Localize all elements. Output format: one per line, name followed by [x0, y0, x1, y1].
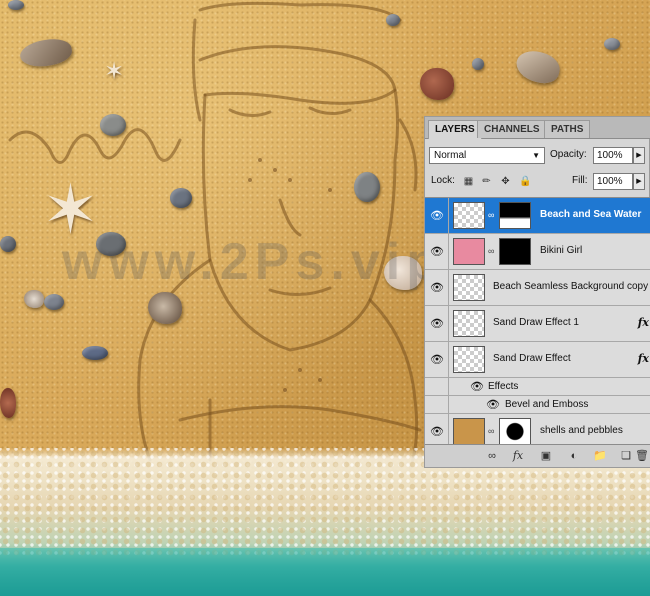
lock-all-icon[interactable]: 🔒	[519, 176, 531, 187]
pebble	[604, 38, 620, 50]
new-layer-icon[interactable]: ❏	[619, 449, 633, 463]
layer-name: Bikini Girl	[540, 245, 583, 256]
fill-input[interactable]: 100%	[593, 173, 633, 190]
trash-icon[interactable]: 🗑	[635, 449, 649, 463]
tab-channels[interactable]: CHANNELS	[477, 120, 547, 138]
pebble	[472, 58, 484, 70]
visibility-cell: 👁	[425, 198, 449, 233]
layer-row[interactable]: 👁 ∞ Bikini Girl	[425, 234, 650, 270]
visibility-cell: 👁	[425, 270, 449, 305]
tab-paths[interactable]: PATHS	[544, 120, 591, 138]
layer-row[interactable]: 👁 ∞ Beach and Sea Water	[425, 198, 650, 234]
link-icon[interactable]: ∞	[488, 246, 494, 256]
eye-icon[interactable]: 👁	[430, 426, 444, 438]
lock-row: Lock: ▦ ✏ ✥ 🔒 Fill: 100% ▶	[429, 173, 647, 193]
tab-layers[interactable]: LAYERS	[428, 120, 482, 139]
starfish: ✶	[104, 58, 125, 85]
layer-row[interactable]: 👁 Beach Seamless Background copy	[425, 270, 650, 306]
shell	[0, 388, 16, 418]
layer-thumbnail	[453, 238, 485, 265]
pebble	[100, 114, 126, 136]
link-icon[interactable]: ∞	[488, 426, 494, 436]
fx-icon[interactable]: fx	[638, 352, 649, 365]
layer-mask-thumbnail[interactable]	[499, 418, 531, 445]
sea-water	[0, 548, 650, 596]
link-icon[interactable]: ∞	[488, 210, 494, 220]
layer-mask-thumbnail[interactable]	[499, 238, 531, 265]
layer-name: Beach and Sea Water	[540, 209, 642, 220]
panel-tabbar: LAYERS CHANNELS PATHS	[425, 117, 650, 139]
blend-mode-select[interactable]: Normal ▼	[429, 147, 545, 164]
effects-label: Effects	[488, 381, 519, 392]
visibility-cell: 👁	[425, 306, 449, 341]
shell	[420, 68, 454, 100]
layer-thumbnail	[453, 202, 485, 229]
effects-row[interactable]: 👁 Effects	[425, 378, 650, 396]
fx-icon[interactable]: fx	[638, 316, 649, 329]
layer-name: shells and pebbles	[540, 425, 623, 436]
layer-thumbnail	[453, 310, 485, 337]
effect-item-row[interactable]: 👁 Bevel and Emboss	[425, 396, 650, 414]
layers-list: 👁 ∞ Beach and Sea Water 👁 ∞ Bikini Girl …	[425, 197, 650, 446]
fx-icon[interactable]: fx	[511, 449, 525, 463]
lock-label: Lock:	[431, 175, 455, 186]
layer-name: Sand Draw Effect 1	[493, 317, 579, 328]
pebble	[170, 188, 192, 208]
adjustment-layer-icon[interactable]: ◐	[567, 449, 581, 463]
visibility-cell: 👁	[425, 342, 449, 377]
layer-row[interactable]: 👁 Sand Draw Effect fx	[425, 342, 650, 378]
blend-row: Normal ▼ Opacity: 100% ▶	[429, 147, 647, 167]
pebble	[44, 294, 64, 310]
layers-panel: LAYERS CHANNELS PATHS Normal ▼ Opacity: …	[424, 116, 650, 468]
effect-item-label: Bevel and Emboss	[505, 399, 589, 410]
fill-label: Fill:	[572, 175, 588, 186]
lock-move-icon[interactable]: ✥	[500, 176, 511, 187]
add-mask-icon[interactable]: ▣	[539, 449, 553, 463]
eye-icon[interactable]: 👁	[430, 354, 444, 366]
pebble	[8, 0, 24, 10]
visibility-cell: 👁	[425, 234, 449, 269]
link-layers-icon[interactable]: ∞	[485, 449, 499, 463]
layer-mask-thumbnail[interactable]	[499, 202, 531, 229]
opacity-slider-button[interactable]: ▶	[633, 147, 645, 164]
layer-name: Sand Draw Effect	[493, 353, 571, 364]
lock-brush-icon[interactable]: ✏	[481, 176, 492, 187]
chevron-down-icon: ▼	[532, 151, 540, 160]
shell	[148, 292, 182, 324]
eye-icon[interactable]: 👁	[470, 381, 484, 393]
lock-transparent-icon[interactable]: ▦	[463, 176, 474, 187]
pebble	[82, 346, 108, 360]
pebble	[354, 172, 380, 202]
visibility-cell	[425, 396, 449, 413]
eye-icon[interactable]: 👁	[430, 210, 444, 222]
eye-icon[interactable]: 👁	[430, 282, 444, 294]
layer-thumbnail	[453, 418, 485, 445]
eye-icon[interactable]: 👁	[430, 318, 444, 330]
layer-row[interactable]: 👁 Sand Draw Effect 1 fx	[425, 306, 650, 342]
pebble	[386, 14, 400, 26]
eye-icon[interactable]: 👁	[486, 399, 500, 411]
visibility-cell: 👁	[425, 414, 449, 446]
fill-slider-button[interactable]: ▶	[633, 173, 645, 190]
layer-thumbnail	[453, 274, 485, 301]
eye-icon[interactable]: 👁	[430, 246, 444, 258]
panel-bottom-toolbar: ∞ fx ▣ ◐ 📁 ❏ 🗑	[425, 444, 650, 467]
layer-name: Beach Seamless Background copy	[493, 281, 649, 292]
pebble	[0, 236, 16, 252]
new-group-folder-icon[interactable]: 📁	[593, 449, 607, 463]
layer-thumbnail	[453, 346, 485, 373]
layer-row[interactable]: 👁 ∞ shells and pebbles	[425, 414, 650, 446]
visibility-cell	[425, 378, 449, 395]
opacity-input[interactable]: 100%	[593, 147, 633, 164]
shell	[24, 290, 44, 308]
blend-mode-value: Normal	[434, 150, 467, 161]
opacity-label: Opacity:	[550, 149, 587, 160]
